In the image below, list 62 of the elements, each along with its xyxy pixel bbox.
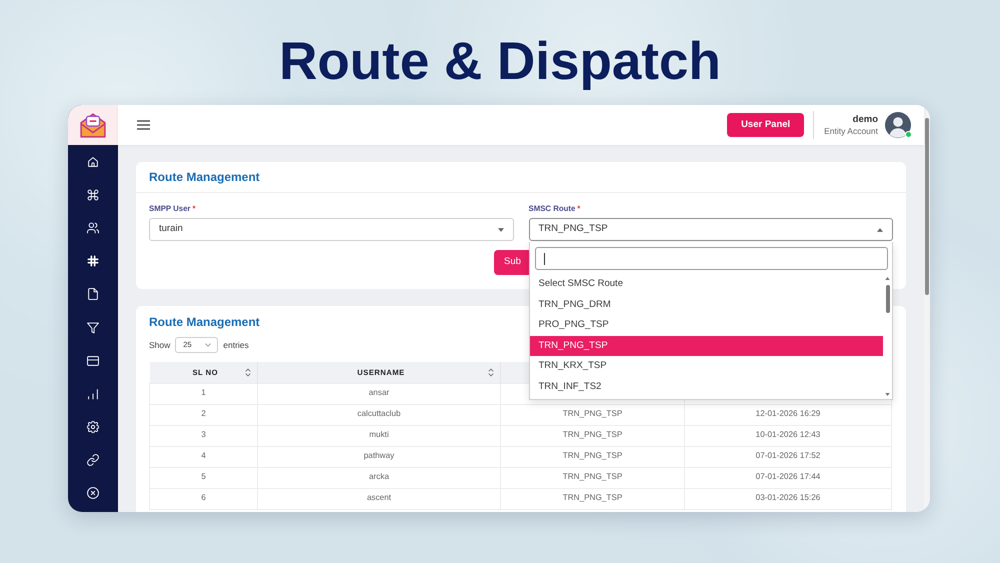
logo-icon[interactable] xyxy=(80,112,106,138)
table-cell: 07-01-2026 17:52 xyxy=(684,446,892,467)
dropdown-option[interactable]: TRN_PNG_DRM xyxy=(530,294,883,316)
scrollbar-thumb[interactable] xyxy=(925,118,929,295)
table-cell: ascent xyxy=(258,488,500,509)
search-field[interactable] xyxy=(534,247,888,270)
table-cell: 6 xyxy=(150,488,258,509)
dropdown-option[interactable]: Select SMSC Route xyxy=(530,274,883,295)
table-cell: 12-01-2026 16:29 xyxy=(684,404,892,425)
hashtag-icon[interactable] xyxy=(87,255,99,268)
select-field[interactable]: turain xyxy=(149,218,514,241)
table-cell: 2 xyxy=(150,404,258,425)
link-icon[interactable] xyxy=(87,454,99,466)
dropdown-option[interactable]: TRN_KRX_TSP xyxy=(530,356,883,377)
table-cell: TRN_PNG_TSP xyxy=(500,425,684,446)
dropdown-option[interactable]: TRN_PNG_TSP xyxy=(530,336,883,356)
entries-label: entries xyxy=(223,338,249,352)
table-cell: TRN_PNG_TSP xyxy=(500,404,684,425)
close-circle-icon[interactable] xyxy=(87,487,99,500)
table-cell: 5 xyxy=(150,467,258,488)
select-field[interactable]: TRN_PNG_TSP xyxy=(528,218,893,241)
file-icon[interactable] xyxy=(87,288,99,300)
scrollbar-thumb[interactable] xyxy=(886,285,890,313)
caret-down-icon xyxy=(498,228,504,232)
table-cell: arcka xyxy=(258,467,500,488)
dropdown-option[interactable]: PRO_PNG_TSP xyxy=(530,315,883,336)
table-cell: 3 xyxy=(150,425,258,446)
table-cell: 07-01-2026 17:44 xyxy=(684,467,892,488)
credit-card-icon[interactable] xyxy=(87,354,99,367)
show-label: Show xyxy=(149,338,170,352)
scroll-up-icon[interactable] xyxy=(885,277,890,280)
sort-icon[interactable] xyxy=(488,368,494,377)
table-cell: TRN_PNG_TSP xyxy=(500,467,684,488)
home-icon[interactable] xyxy=(87,156,99,168)
user-panel-button[interactable]: User Panel xyxy=(727,113,804,137)
table-cell: 03-01-2026 15:26 xyxy=(684,488,892,509)
page-title: Route & Dispatch xyxy=(279,35,721,88)
filter-icon[interactable] xyxy=(87,322,99,334)
table-cell: mukti xyxy=(258,425,500,446)
chevron-down-icon xyxy=(205,343,212,347)
command-icon[interactable] xyxy=(87,188,99,201)
menu-icon[interactable] xyxy=(137,120,150,130)
table-cell: 10-01-2026 12:43 xyxy=(684,425,892,446)
section-title: Route Management xyxy=(149,169,260,185)
user-name: demo xyxy=(852,114,878,126)
table-cell: calcuttaclub xyxy=(258,404,500,425)
section-title: Route Management xyxy=(149,314,260,330)
table-cell: TRN_PNG_TSP xyxy=(500,446,684,467)
sort-icon[interactable] xyxy=(245,368,251,377)
table-cell: 4 xyxy=(150,446,258,467)
settings-icon[interactable] xyxy=(87,421,99,434)
table-cell: ansar xyxy=(258,383,500,404)
account-type-label: Entity Account xyxy=(824,126,878,136)
avatar-icon[interactable] xyxy=(885,112,911,138)
table-cell: TRN_PNG_TSP xyxy=(500,488,684,509)
table-cell: 1 xyxy=(150,383,258,404)
scroll-down-icon[interactable] xyxy=(885,393,890,396)
dropdown-option[interactable]: TRN_INF_TS2 xyxy=(530,376,883,398)
caret-up-icon xyxy=(877,228,883,232)
table-cell: pathway xyxy=(258,446,500,467)
users-icon[interactable] xyxy=(87,222,99,234)
bar-chart-icon[interactable] xyxy=(87,388,99,400)
